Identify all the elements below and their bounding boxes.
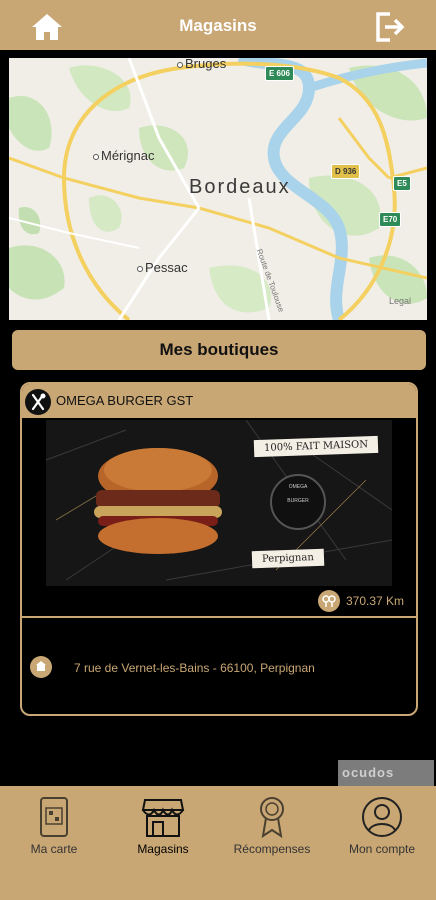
tab-stores[interactable]: Magasins xyxy=(113,796,213,856)
page-title: Magasins xyxy=(179,16,257,35)
my-stores-button[interactable]: Mes boutiques xyxy=(12,330,426,370)
loyalty-card-icon xyxy=(40,797,68,837)
road-shield: E5 xyxy=(393,176,411,191)
tab-my-account[interactable]: Mon compte xyxy=(332,796,432,856)
store-logo: OMEGA BURGER xyxy=(270,474,326,530)
divider xyxy=(22,616,416,618)
logout-icon[interactable] xyxy=(372,10,406,44)
watermark-logo: ocudos xyxy=(338,760,434,786)
cutlery-icon xyxy=(25,389,51,415)
store-address: 7 rue de Vernet-les-Bains - 66100, Perpi… xyxy=(74,661,315,675)
stores-map[interactable]: Bruges Mérignac Bordeaux Pessac E 606 D … xyxy=(9,58,427,320)
store-distance: 370.37 Km xyxy=(346,594,405,608)
store-name: OMEGA BURGER GST xyxy=(56,393,194,408)
tab-my-card[interactable]: Ma carte xyxy=(4,796,104,856)
map-label-pessac: Pessac xyxy=(137,260,188,275)
store-card-header: OMEGA BURGER GST xyxy=(22,384,416,418)
store-image: 100% FAIT MAISON OMEGA BURGER Perpignan xyxy=(46,420,392,586)
medal-icon xyxy=(260,797,284,838)
tab-label: Ma carte xyxy=(30,842,78,856)
tab-rewards[interactable]: Récompenses xyxy=(222,796,322,856)
map-label-bruges: Bruges xyxy=(177,58,226,71)
tab-label: Magasins xyxy=(137,842,189,856)
road-shield: E 606 xyxy=(265,66,294,81)
store-card[interactable]: OMEGA BURGER GST 100% FAIT MAISON OMEGA … xyxy=(20,382,418,716)
image-city-label: Perpignan xyxy=(251,548,325,569)
road-shield: D 936 xyxy=(331,164,361,179)
tab-label: Mon compte xyxy=(348,842,416,856)
shop-icon xyxy=(30,656,52,678)
bottom-tab-bar: Ma carte Magasins Récompenses Mon compte xyxy=(0,786,436,900)
road-shield: E70 xyxy=(379,212,402,227)
user-icon xyxy=(362,797,402,837)
map-legal-link[interactable]: Legal xyxy=(389,296,411,306)
location-distance-icon xyxy=(318,590,340,612)
storefront-icon xyxy=(141,799,185,837)
tab-label: Récompenses xyxy=(233,842,311,856)
top-bar: Magasins xyxy=(0,0,436,52)
map-label-merignac: Mérignac xyxy=(93,148,154,163)
map-label-bordeaux: Bordeaux xyxy=(189,176,291,198)
